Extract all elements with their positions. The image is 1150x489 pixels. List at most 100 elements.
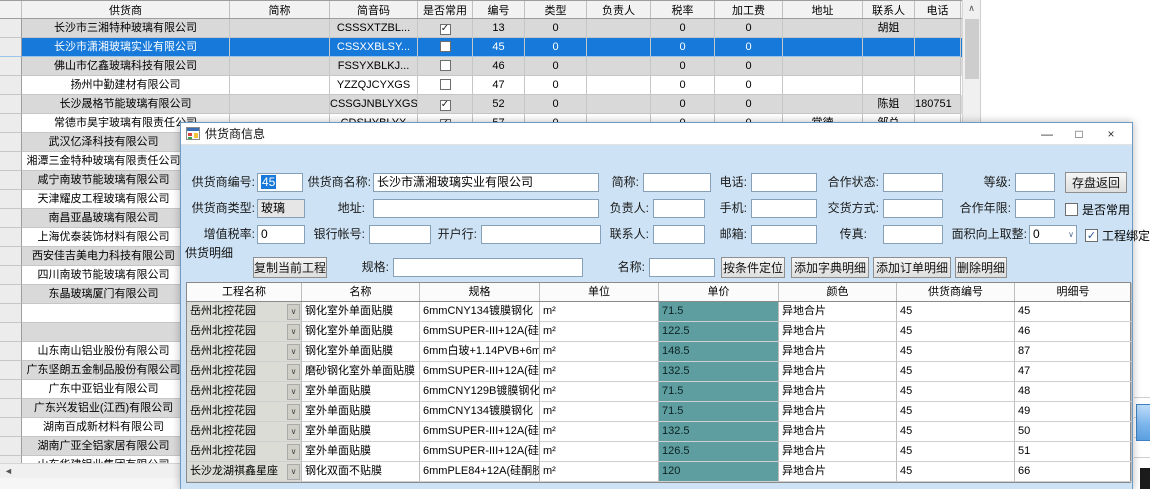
grid-row[interactable]: 岳州北控花园∨钢化室外单面贴膜6mm白玻+1.14PVB+6mm…m²148.5… <box>187 342 1130 362</box>
maximize-button[interactable]: □ <box>1063 123 1095 145</box>
close-button[interactable]: × <box>1095 123 1127 145</box>
table-row[interactable]: 佛山市亿鑫玻璃科技有限公司FSSYXBLKJ...46000 <box>0 57 980 76</box>
grid-cell-project[interactable]: 长沙龙湖祺鑫星座∨ <box>187 462 302 482</box>
list-item[interactable]: 广东兴发铝业(江西)有限公司 <box>0 399 185 418</box>
fax-field[interactable] <box>883 225 943 244</box>
list-item[interactable]: 广东坚朗五金制品股份有限公司 <box>0 361 185 380</box>
locate-button[interactable]: 按条件定位 <box>721 257 785 278</box>
common-checkbox[interactable]: ✓ <box>440 100 451 111</box>
grid-column-header[interactable]: 颜色 <box>779 283 897 301</box>
coop-status-field[interactable] <box>883 173 943 192</box>
common-checkbox[interactable] <box>1065 203 1078 216</box>
column-header[interactable]: 地址 <box>783 1 863 18</box>
column-header[interactable]: 简称 <box>230 1 330 18</box>
bank-account-field[interactable] <box>369 225 431 244</box>
list-item[interactable]: 湘潭三金特种玻璃有限责任公司 <box>0 152 185 171</box>
grid-cell-project[interactable]: 岳州北控花园∨ <box>187 302 302 322</box>
supplier-no-field[interactable]: 45 <box>257 173 303 192</box>
manager-field[interactable] <box>653 199 705 218</box>
supplier-name-field[interactable]: 长沙市潇湘玻璃实业有限公司 <box>373 173 599 192</box>
vat-rate-field[interactable]: 0 <box>257 225 305 244</box>
add-dict-detail-button[interactable]: 添加字典明细 <box>791 257 869 278</box>
delivery-method-field[interactable] <box>883 199 943 218</box>
supplier-type-field[interactable]: 玻璃 <box>257 199 305 218</box>
common-checkbox[interactable] <box>440 60 451 71</box>
copy-project-button[interactable]: 复制当前工程 <box>253 257 327 278</box>
grid-column-header[interactable]: 单位 <box>540 283 659 301</box>
save-return-button[interactable]: 存盘返回 <box>1065 172 1127 193</box>
grid-cell-project[interactable]: 岳州北控花园∨ <box>187 402 302 422</box>
grid-column-header[interactable]: 工程名称 <box>187 283 302 301</box>
grid-row[interactable]: 岳州北控花园∨钢化室外单面贴膜6mmSUPER-III+12A(硅…m²122.… <box>187 322 1130 342</box>
name-filter-field[interactable] <box>649 258 715 277</box>
scrollbar-thumb[interactable] <box>965 19 979 79</box>
table-row[interactable]: 扬州中勤建材有限公司YZZQJCYXGS47000 <box>0 76 980 95</box>
column-header[interactable]: 简音码 <box>330 1 418 18</box>
list-item[interactable]: 湖南百成新材料有限公司 <box>0 418 185 437</box>
bank-branch-field[interactable] <box>481 225 601 244</box>
grid-cell-project[interactable]: 岳州北控花园∨ <box>187 342 302 362</box>
list-item[interactable]: 咸宁南玻节能玻璃有限公司 <box>0 171 185 190</box>
common-checkbox[interactable]: ✓ <box>440 24 451 35</box>
email-field[interactable] <box>751 225 817 244</box>
grid-column-header[interactable]: 单价 <box>659 283 779 301</box>
grid-column-header[interactable]: 规格 <box>420 283 540 301</box>
column-header[interactable]: 负责人 <box>587 1 651 18</box>
column-header[interactable]: 编号 <box>473 1 525 18</box>
coop-years-field[interactable] <box>1015 199 1055 218</box>
common-checkbox[interactable] <box>440 79 451 90</box>
area-round-up-combo[interactable]: 0 ∨ <box>1029 225 1077 244</box>
grid-row[interactable]: 岳州北控花园∨室外单面贴膜6mmCNY129B镀膜钢化m²71.5异地合片454… <box>187 382 1130 402</box>
grid-cell-project[interactable]: 岳州北控花园∨ <box>187 382 302 402</box>
list-item[interactable]: 天津耀皮工程玻璃有限公司 <box>0 190 185 209</box>
column-header[interactable]: 加工费 <box>715 1 783 18</box>
list-item[interactable] <box>0 304 185 323</box>
common-checkbox[interactable] <box>440 41 451 52</box>
table-row[interactable]: 长沙晟格节能玻璃有限公司CSSGJNBLYXGS✓52000陈姐180751 <box>0 95 980 114</box>
grid-column-header[interactable]: 名称 <box>302 283 420 301</box>
list-item[interactable]: 南昌亚晶玻璃有限公司 <box>0 209 185 228</box>
grade-field[interactable] <box>1015 173 1055 192</box>
column-header[interactable]: 电话 <box>915 1 961 18</box>
list-item[interactable]: 四川南玻节能玻璃有限公司 <box>0 266 185 285</box>
phone-field[interactable] <box>751 173 817 192</box>
scroll-left-icon[interactable]: ◄ <box>0 464 17 478</box>
list-item[interactable]: 武汉亿泽科技有限公司 <box>0 133 185 152</box>
table-row[interactable]: 长沙市三湘特种玻璃有限公司CSSSXTZBL...✓13000胡姐 <box>0 19 980 38</box>
grid-column-header[interactable]: 供货商编号 <box>897 283 1015 301</box>
list-item[interactable]: 西安佳吉美电力科技有限公司 <box>0 247 185 266</box>
address-field[interactable] <box>373 199 599 218</box>
grid-row[interactable]: 长沙龙湖祺鑫星座∨钢化双面不贴膜6mmPLE84+12A(硅酮胶…m²120异地… <box>187 462 1130 482</box>
grid-row[interactable]: 岳州北控花园∨室外单面贴膜6mmCNY134镀膜钢化m²71.5异地合片4549 <box>187 402 1130 422</box>
grid-row[interactable]: 岳州北控花园∨钢化室外单面贴膜6mmCNY134镀膜钢化m²71.5异地合片45… <box>187 302 1130 322</box>
contact-field[interactable] <box>653 225 705 244</box>
project-bind-checkbox-group[interactable]: ✓ 工程绑定 <box>1085 227 1150 244</box>
list-item[interactable]: 山东南山铝业股份有限公司 <box>0 342 185 361</box>
list-item[interactable]: 广东中亚铝业有限公司 <box>0 380 185 399</box>
column-header[interactable]: 类型 <box>525 1 587 18</box>
list-item[interactable]: 湖南广亚全铝家居有限公司 <box>0 437 185 456</box>
minimize-button[interactable]: — <box>1031 123 1063 145</box>
table-row[interactable]: 长沙市潇湘玻璃实业有限公司CSSXXBLSY...45000 <box>0 38 980 57</box>
common-checkbox-group[interactable]: 是否常用 <box>1065 201 1130 218</box>
spec-filter-field[interactable] <box>393 258 583 277</box>
add-order-detail-button[interactable]: 添加订单明细 <box>873 257 951 278</box>
grid-column-header[interactable]: 明细号 <box>1015 283 1132 301</box>
delete-detail-button[interactable]: 删除明细 <box>955 257 1007 278</box>
column-header[interactable]: 税率 <box>651 1 715 18</box>
grid-row[interactable]: 岳州北控花园∨室外单面贴膜6mmSUPER-III+12A(硅…m²132.5异… <box>187 422 1130 442</box>
mobile-field[interactable] <box>751 199 817 218</box>
list-item[interactable]: 东晶玻璃厦门有限公司 <box>0 285 185 304</box>
grid-row[interactable]: 岳州北控花园∨磨砂钢化室外单面贴膜6mmSUPER-III+12A(硅…m²13… <box>187 362 1130 382</box>
list-item[interactable] <box>0 323 185 342</box>
grid-cell-project[interactable]: 岳州北控花园∨ <box>187 322 302 342</box>
column-header[interactable]: 供货商 <box>22 1 230 18</box>
column-header[interactable]: 是否常用 <box>418 1 473 18</box>
grid-cell-project[interactable]: 岳州北控花园∨ <box>187 422 302 442</box>
grid-row[interactable]: 岳州北控花园∨室外单面贴膜6mmSUPER-III+12A(硅…m²126.5异… <box>187 442 1130 462</box>
scroll-up-icon[interactable]: ∧ <box>963 0 980 17</box>
grid-cell-project[interactable]: 岳州北控花园∨ <box>187 442 302 462</box>
abbr-field[interactable] <box>643 173 711 192</box>
project-bind-checkbox[interactable]: ✓ <box>1085 229 1098 242</box>
list-item[interactable]: 上海优泰装饰材料有限公司 <box>0 228 185 247</box>
